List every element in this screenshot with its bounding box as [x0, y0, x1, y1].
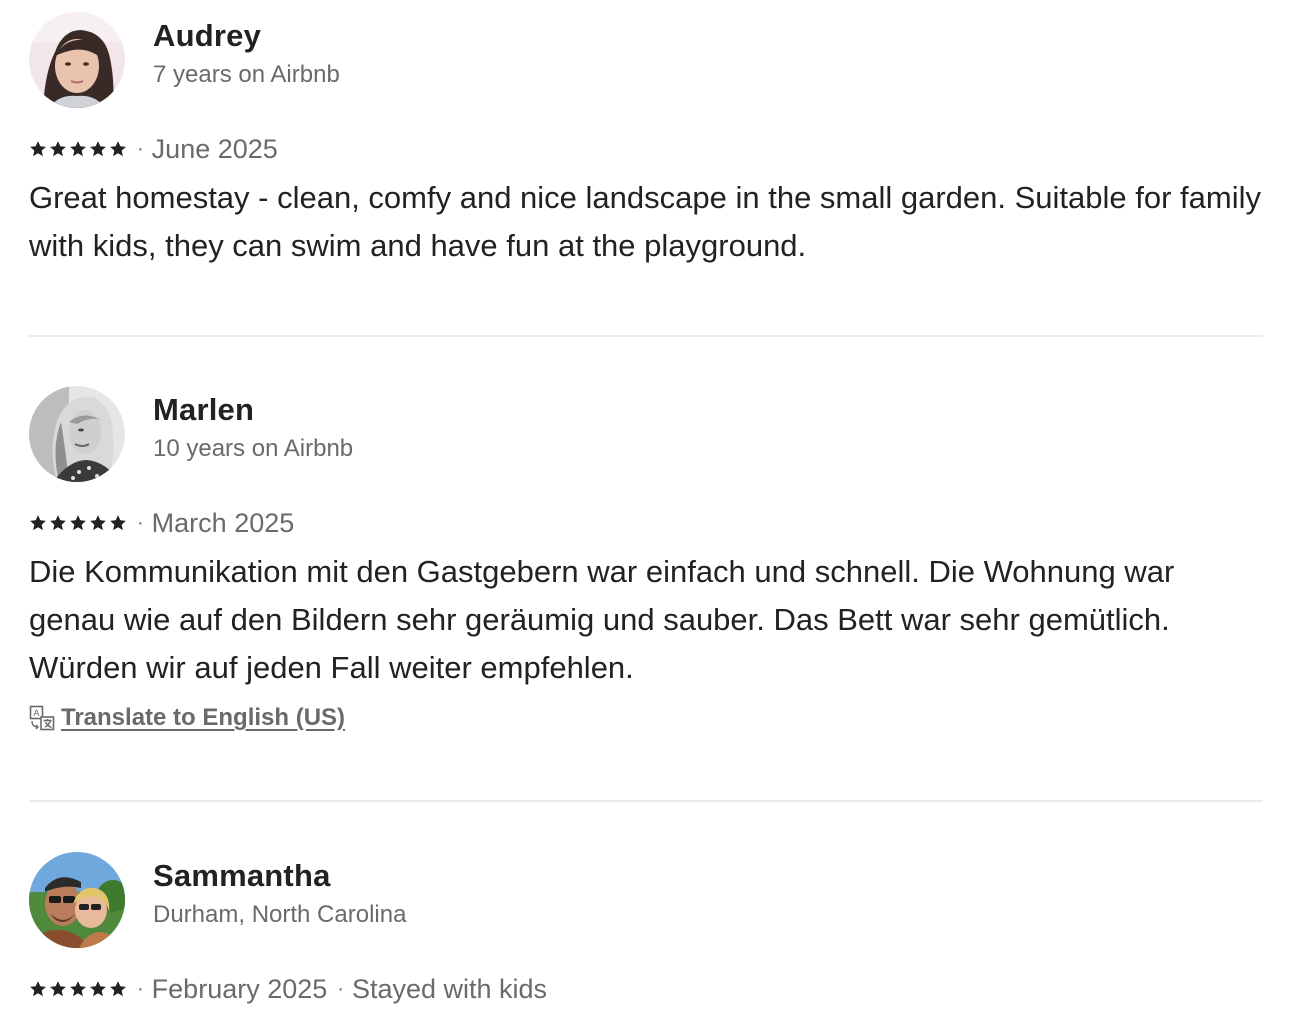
star-icon [70, 515, 86, 531]
star-icon [50, 981, 66, 997]
translate-link[interactable]: Translate to English (US) [61, 704, 345, 732]
star-icon [50, 141, 66, 157]
star-icon [90, 981, 106, 997]
separator-dot: · [137, 977, 144, 1000]
star-icon [90, 515, 106, 531]
star-icon [50, 515, 66, 531]
reviewer-name: Marlen [153, 392, 255, 427]
review-date: June 2025 [151, 133, 278, 164]
review-card: Audrey 7 years on Airbnb · June 2025 Gre… [29, 12, 1263, 263]
star-icon [30, 515, 46, 531]
star-icon [30, 141, 46, 157]
rating-row: · March 2025 [29, 508, 294, 538]
trip-type: Stayed with kids [351, 973, 548, 1004]
review-card: Marlen 10 years on Airbnb · March 2025 D… [29, 386, 1263, 731]
review-date: February 2025 [151, 973, 328, 1004]
star-rating [29, 514, 127, 532]
avatar[interactable] [29, 386, 125, 482]
separator-dot: · [137, 137, 144, 160]
avatar[interactable] [29, 852, 125, 948]
star-icon [110, 981, 126, 997]
avatar[interactable] [29, 12, 125, 108]
translate-icon: A [29, 705, 55, 731]
star-icon [70, 981, 86, 997]
divider [29, 800, 1263, 802]
star-icon [30, 981, 46, 997]
reviewer-name: Sammantha [153, 858, 331, 893]
reviewer-tenure: 10 years on Airbnb [153, 435, 354, 462]
review-text: Die Kommunikation mit den Gastgebern war… [29, 554, 1175, 685]
star-icon [70, 141, 86, 157]
reviewer-location: Durham, North Carolina [153, 901, 407, 928]
reviewer-header: Audrey 7 years on Airbnb [29, 12, 1263, 108]
separator-dot: · [337, 977, 344, 1000]
translate-row: A Translate to English (US) [29, 704, 345, 732]
reviewer-header: Marlen 10 years on Airbnb [29, 386, 1263, 482]
reviewer-tenure: 7 years on Airbnb [153, 61, 340, 88]
divider [29, 335, 1263, 337]
review-date: March 2025 [151, 507, 295, 538]
star-icon [110, 141, 126, 157]
reviewer-name: Audrey [153, 18, 262, 53]
star-icon [110, 515, 126, 531]
separator-dot: · [137, 511, 144, 534]
svg-text:A: A [33, 709, 40, 719]
star-icon [90, 141, 106, 157]
rating-row: · February 2025 · Stayed with kids [29, 974, 547, 1004]
reviewer-header: Sammantha Durham, North Carolina [29, 852, 1263, 948]
review-text: Great homestay - clean, comfy and nice l… [29, 180, 1262, 263]
rating-row: · June 2025 [29, 134, 278, 164]
star-rating [29, 140, 127, 158]
reviews-page: Audrey 7 years on Airbnb · June 2025 Gre… [0, 0, 1298, 1020]
star-rating [29, 980, 127, 998]
review-card: Sammantha Durham, North Carolina · Febru… [29, 852, 1263, 1004]
